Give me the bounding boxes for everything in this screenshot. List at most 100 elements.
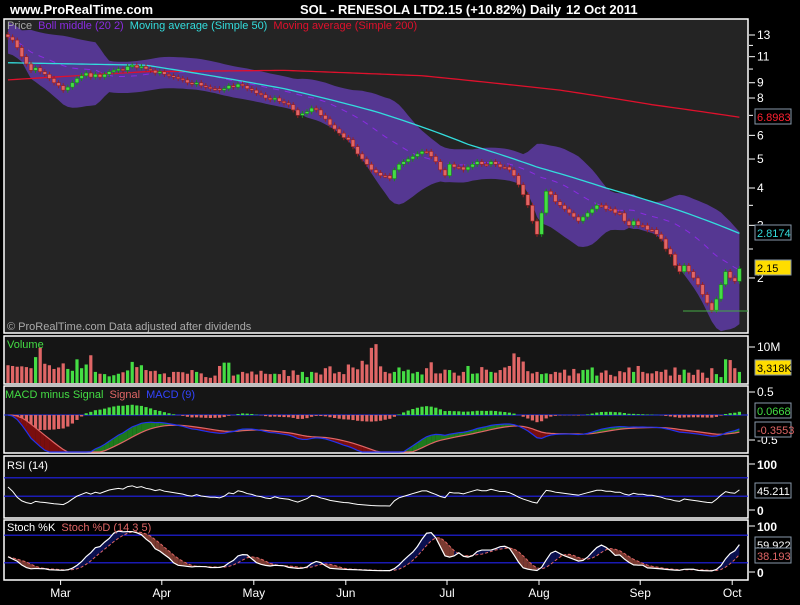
volume-bar [471, 374, 474, 383]
macd-histogram-bar [407, 411, 410, 415]
macd-histogram-bar [508, 413, 511, 415]
macd-histogram-bar [738, 412, 741, 415]
volume-bar [632, 372, 635, 383]
volume-bar [489, 372, 492, 383]
candle [687, 266, 691, 272]
volume-bar [112, 375, 115, 383]
candle [577, 217, 581, 221]
volume-bar [439, 373, 442, 383]
candle [383, 176, 387, 178]
candle [324, 115, 328, 119]
candle [655, 230, 659, 235]
volume-bar [430, 362, 433, 383]
macd-histogram-bar [282, 415, 285, 417]
rsi-panel[interactable] [4, 456, 748, 518]
macd-histogram-bar [218, 415, 221, 418]
macd-histogram-bar [324, 415, 327, 416]
candle [310, 108, 314, 112]
macd-histogram-bar [301, 415, 304, 419]
legend-stoch-d: Stoch %D (14 3 5) [61, 522, 151, 534]
volume-bar [282, 370, 285, 383]
volume-bar [218, 366, 221, 383]
macd-histogram-bar [577, 415, 580, 416]
legend-signal: Signal [109, 389, 140, 401]
macd-histogram-bar [57, 415, 60, 429]
macd-histogram-bar [512, 414, 515, 415]
volume-bar [696, 370, 699, 383]
candle [305, 112, 309, 114]
macd-histogram-bar [673, 415, 676, 417]
macd-histogram-bar [591, 414, 594, 415]
candle [646, 225, 650, 229]
volume-bar [609, 375, 612, 383]
candle [71, 83, 75, 87]
macd-histogram-bar [549, 415, 552, 417]
macd-histogram-bar [696, 415, 699, 417]
macd-histogram-bar [554, 415, 557, 416]
macd-histogram-bar [632, 414, 635, 415]
candle [535, 221, 539, 234]
macd-histogram-bar [627, 414, 630, 415]
volume-bar [425, 368, 428, 383]
volume-bar [292, 370, 295, 383]
price-tick-label: 9 [757, 76, 764, 90]
last-price-value: 2.15 [757, 263, 778, 275]
macd-histogram-bar [75, 415, 78, 420]
candle [581, 217, 585, 221]
price-tick-label: 8 [757, 91, 764, 105]
volume-bar [232, 376, 235, 383]
volume-bar [627, 367, 630, 383]
candle [333, 125, 337, 129]
candle [199, 83, 203, 86]
volume-bar [379, 366, 382, 383]
candle [669, 249, 673, 254]
volume-bar [75, 359, 78, 383]
price-tick-label: 4 [757, 181, 764, 195]
macd-histogram-bar [609, 412, 612, 415]
volume-bar [342, 374, 345, 383]
candle [719, 285, 723, 299]
candle [489, 162, 493, 165]
macd-histogram-bar [241, 413, 244, 415]
macd-histogram-bar [637, 414, 640, 415]
candle [121, 69, 125, 71]
rsi-value: 45.211 [757, 486, 790, 498]
volume-bar [158, 374, 161, 383]
macd-histogram-bar [724, 414, 727, 415]
macd-histogram-bar [204, 415, 207, 418]
candle [347, 138, 351, 140]
macd-legend: MACD minus Signal Signal MACD (9) [5, 389, 195, 401]
macd-histogram-bar [52, 415, 55, 430]
candle [618, 213, 622, 215]
candle [544, 191, 548, 213]
candle [195, 83, 199, 85]
macd-histogram-bar [66, 415, 69, 427]
volume-bar [287, 376, 290, 383]
macd-histogram-bar [733, 413, 736, 415]
candle [66, 87, 70, 90]
volume-bar [227, 363, 230, 383]
macd-histogram-bar [361, 415, 364, 421]
candle [517, 176, 521, 185]
volume-bar [48, 365, 51, 383]
candle [291, 105, 295, 110]
price-tick-label: 13 [757, 28, 771, 42]
macd-histogram-bar [80, 415, 83, 416]
volume-bar [692, 375, 695, 383]
candle [429, 151, 433, 156]
macd-histogram-bar [623, 413, 626, 415]
macd-histogram-bar [287, 415, 290, 417]
volume-bar [683, 370, 686, 383]
macd-histogram-bar [719, 415, 722, 416]
candle [462, 167, 466, 170]
candle [549, 191, 553, 194]
candle [103, 74, 107, 77]
volume-bar [416, 372, 419, 383]
macd-histogram-bar [535, 415, 538, 422]
volume-bar [149, 371, 152, 383]
candle [623, 213, 627, 221]
candle [351, 140, 355, 147]
candle [540, 213, 544, 234]
candle [411, 156, 415, 159]
price-tick-label: 5 [757, 152, 764, 166]
